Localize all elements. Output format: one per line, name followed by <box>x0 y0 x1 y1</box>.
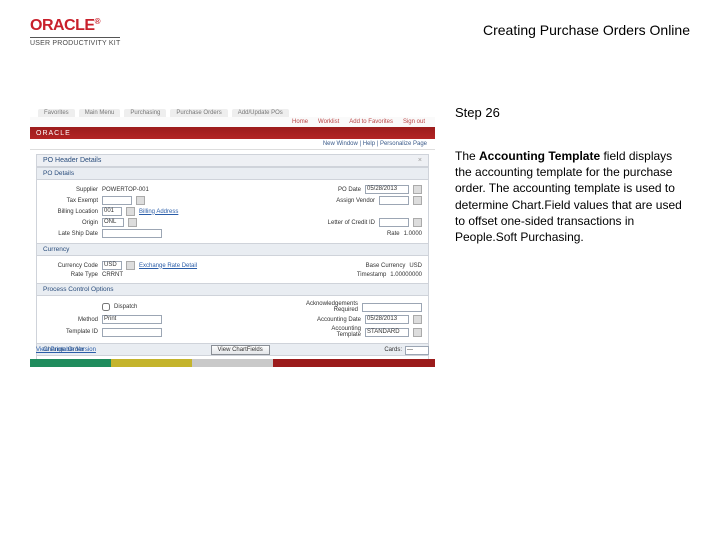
ack-label: Acknowledgements Required <box>303 301 358 313</box>
cards-input[interactable]: — <box>405 346 429 355</box>
assign-vendor-label: Assign Vendor <box>320 198 375 204</box>
accounting-template-input[interactable]: STANDARD <box>365 328 409 337</box>
billing-location-label: Billing Location <box>43 209 98 215</box>
currency-code-input[interactable]: USD <box>102 261 122 270</box>
currency-code-label: Currency Code <box>43 263 98 269</box>
calendar-icon[interactable] <box>413 185 422 194</box>
po-date-input[interactable]: 05/28/2013 <box>365 185 409 194</box>
base-currency-label: Base Currency <box>350 263 405 269</box>
registered-mark: ® <box>95 17 100 26</box>
timestamp-label: Timestamp <box>331 272 386 278</box>
instruction-text: The Accounting Template field displays t… <box>455 148 685 245</box>
accounting-date-input[interactable]: 05/28/2013 <box>365 315 409 324</box>
printable-version-link[interactable]: View Printable Version <box>36 347 96 353</box>
calendar-icon[interactable] <box>413 315 422 324</box>
currency-subband: Currency <box>37 243 428 256</box>
po-date-label: PO Date <box>306 187 361 193</box>
view-chartfields-button[interactable]: View ChartFields <box>211 345 270 355</box>
browser-tabs: Favorites Main Menu Purchasing Purchase … <box>30 105 435 117</box>
billing-address-link[interactable]: Billing Address <box>139 209 178 215</box>
tax-exempt-input[interactable] <box>102 196 132 205</box>
po-header-panel: PO Header Details × PO Details Supplier … <box>36 154 429 367</box>
tax-exempt-label: Tax Exempt <box>43 198 98 204</box>
rate-value: 1.0000 <box>404 231 422 237</box>
menu-item[interactable]: Sign out <box>403 119 425 125</box>
dispatch-label: Dispatch <box>114 304 137 310</box>
supplier-label: Supplier <box>43 187 98 193</box>
tab[interactable]: Favorites <box>38 109 75 117</box>
billing-location-input[interactable]: 001 <box>102 207 122 216</box>
tab[interactable]: Purchasing <box>124 109 166 117</box>
page-title: Creating Purchase Orders Online <box>483 18 690 38</box>
timestamp-value: 1.00000000 <box>390 272 422 278</box>
loc-label: Letter of Credit ID <box>320 220 375 226</box>
instruction-panel: Step 26 The Accounting Template field di… <box>455 105 685 367</box>
rate-label: Rate <box>345 231 400 237</box>
tab[interactable]: Add/Update POs <box>232 109 289 117</box>
instruction-prefix: The <box>455 149 479 163</box>
tab[interactable]: Main Menu <box>79 109 121 117</box>
template-id-label: Template ID <box>43 329 98 335</box>
oracle-logo-block: ORACLE® USER PRODUCTIVITY KIT <box>30 18 120 47</box>
method-label: Method <box>43 317 98 323</box>
tab[interactable]: Purchase Orders <box>170 109 227 117</box>
oracle-logo: ORACLE® <box>30 18 120 34</box>
lookup-icon[interactable] <box>126 261 135 270</box>
close-icon[interactable]: × <box>418 157 422 164</box>
page-toolbar[interactable]: New Window | Help | Personalize Page <box>30 139 435 150</box>
loc-input[interactable] <box>379 218 409 227</box>
lookup-icon[interactable] <box>413 218 422 227</box>
panel-title-text: PO Header Details <box>43 157 101 164</box>
cards-label: Cards: <box>384 347 402 353</box>
step-label: Step 26 <box>455 105 685 120</box>
base-currency-value: USD <box>409 263 422 269</box>
top-menu: Home Worklist Add to Favorites Sign out <box>30 117 435 127</box>
oracle-logo-subtitle: USER PRODUCTIVITY KIT <box>30 37 120 47</box>
lookup-icon[interactable] <box>413 328 422 337</box>
menu-item[interactable]: Worklist <box>318 119 339 125</box>
lookup-icon[interactable] <box>126 207 135 216</box>
menu-item[interactable]: Add to Favorites <box>349 119 393 125</box>
oracle-logo-text: ORACLE <box>30 17 95 34</box>
template-id-select[interactable] <box>102 328 162 337</box>
lookup-icon[interactable] <box>128 218 137 227</box>
dispatch-checkbox[interactable] <box>102 303 110 311</box>
assign-vendor-input[interactable] <box>379 196 409 205</box>
details-subband: PO Details <box>37 167 428 180</box>
rate-type-label: Rate Type <box>43 272 98 278</box>
cards-block: Cards: — <box>384 346 429 355</box>
details-body: Supplier POWERTOP-001 PO Date 05/28/2013… <box>37 180 428 243</box>
process-subband: Process Control Options <box>37 283 428 296</box>
method-select[interactable]: Print <box>102 315 162 324</box>
accounting-template-label: Accounting Template <box>306 326 361 338</box>
panel-heading: PO Header Details × <box>37 155 428 167</box>
footer-strip: View Printable Version View ChartFields … <box>36 345 429 355</box>
exchange-rate-link[interactable]: Exchange Rate Detail <box>139 263 197 269</box>
late-select[interactable] <box>102 229 162 238</box>
brand-bar: ORACLE <box>30 127 435 139</box>
ack-select[interactable] <box>362 303 422 312</box>
decorative-stripe <box>30 359 435 367</box>
accounting-date-label: Accounting Date <box>306 317 361 323</box>
instruction-suffix: field displays the accounting template f… <box>455 149 682 244</box>
lookup-icon[interactable] <box>413 196 422 205</box>
late-label: Late Ship Date <box>43 231 98 237</box>
origin-label: Origin <box>43 220 98 226</box>
currency-body: Currency Code USD Exchange Rate Detail B… <box>37 256 428 283</box>
app-screenshot: Favorites Main Menu Purchasing Purchase … <box>30 105 435 367</box>
origin-input[interactable]: ONL <box>102 218 124 227</box>
menu-item[interactable]: Home <box>292 119 308 125</box>
process-body: Dispatch Acknowledgements Required Metho… <box>37 296 428 343</box>
lookup-icon[interactable] <box>136 196 145 205</box>
rate-type-value: CRRNT <box>102 272 123 278</box>
supplier-value: POWERTOP-001 <box>102 187 149 193</box>
instruction-bold: Accounting Template <box>479 149 600 163</box>
